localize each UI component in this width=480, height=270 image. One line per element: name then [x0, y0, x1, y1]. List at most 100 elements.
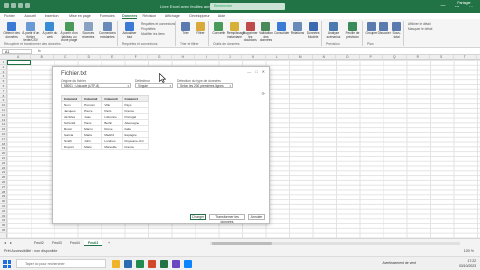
taskbar-app-icon[interactable]: [172, 260, 180, 268]
ribbon-button-0-5[interactable]: Connexions existantes: [98, 22, 117, 39]
ribbon-button-label: Analyse scénarios: [326, 31, 341, 39]
consolidate-icon: [277, 22, 287, 31]
ribbon-button-2-0[interactable]: Trier: [178, 22, 193, 36]
search-input[interactable]: Rechercher: [210, 3, 285, 10]
taskbar-app-icon[interactable]: [184, 260, 192, 268]
ribbon-button-label: Trier: [182, 31, 189, 35]
ribbon-button-label: Validation des données: [259, 31, 273, 43]
row-header[interactable]: 36: [0, 228, 7, 233]
ribbon-button-3-3[interactable]: Validation des données: [258, 22, 274, 43]
dialog-minimize-icon[interactable]: —: [247, 69, 251, 74]
detect-value: Selon les 200 premières lignes: [180, 84, 224, 88]
minimize-icon[interactable]: —: [438, 3, 448, 9]
add-sheet-button[interactable]: +: [104, 240, 114, 246]
ribbon-button-3-1[interactable]: Remplissage instantané: [227, 22, 245, 39]
horizontal-scrollbar[interactable]: [210, 242, 460, 245]
ribbon-tab-7[interactable]: Affichage: [165, 14, 180, 18]
weather-text[interactable]: Avertissement de vent: [383, 261, 416, 266]
undo-icon[interactable]: [18, 3, 23, 8]
zoom-level[interactable]: 100 %: [464, 249, 474, 253]
name-box[interactable]: A1: [2, 49, 32, 54]
ribbon-group-label: Outils de données: [213, 42, 240, 46]
ribbon-button-3-4[interactable]: Consolider: [274, 22, 290, 36]
ribbon-button-0-3[interactable]: À partir d'un tableau ou d'une plage: [60, 22, 79, 43]
chevron-down-icon: ▾: [127, 84, 129, 88]
title-bar: Livre Excel avec feuilles annuelles - Ex…: [0, 0, 480, 13]
sheet-tab-1[interactable]: Feuil3: [48, 240, 66, 246]
preview-table: Column1 Column2 Column3 Column4 Nom Prénom Vi…: [60, 95, 150, 150]
ribbon-button-3-2[interactable]: Supprimer les doublons: [242, 22, 258, 43]
ribbon-tab-6[interactable]: Révision: [143, 14, 157, 18]
ribbon-button-4-0[interactable]: Analyse scénarios: [324, 22, 343, 39]
share-button[interactable]: Partager: [452, 0, 476, 6]
ribbon-button-label: Consolider: [274, 31, 290, 35]
dialog-close-icon[interactable]: ✕: [262, 69, 265, 74]
delimiter-select[interactable]: Virgule ▾: [135, 83, 173, 88]
what-if-icon: [329, 22, 338, 31]
ribbon-button-label: Grouper: [365, 31, 378, 35]
detect-select[interactable]: Selon les 200 premières lignes ▾: [177, 83, 233, 88]
ribbon-button-4-1[interactable]: Feuille de prévision: [343, 22, 362, 39]
dialog-maximize-icon[interactable]: □: [255, 69, 257, 74]
ribbon-small-item-2[interactable]: Modifier les liens: [141, 32, 165, 36]
ribbon-button-5-2[interactable]: Sous-total: [390, 22, 403, 39]
ribbon-separator: [362, 21, 363, 46]
ribbon-button-0-2[interactable]: À partir du web: [40, 22, 59, 39]
subtotal-icon: [392, 22, 402, 31]
scrollbar-thumb[interactable]: [212, 242, 272, 245]
load-button[interactable]: Charger: [190, 214, 206, 220]
ribbon-tab-2[interactable]: Insertion: [45, 14, 59, 18]
ribbon-button-1-0[interactable]: Actualiser tout: [120, 22, 139, 39]
ribbon-button-3-6[interactable]: Données Modèle: [305, 22, 321, 39]
ribbon-outline-item-1[interactable]: Masquer le détail: [408, 27, 432, 31]
windows-taskbar: Taper ici pour rechercher Avertissement …: [0, 256, 480, 270]
selected-cell[interactable]: [7, 60, 31, 65]
fx-icon[interactable]: fx: [38, 49, 41, 53]
group-icon: [366, 22, 376, 31]
windows-start-icon[interactable]: [3, 260, 11, 268]
ribbon-tab-3[interactable]: Mise en page: [69, 14, 91, 18]
table-icon: [64, 22, 74, 31]
taskbar-search-input[interactable]: Taper ici pour rechercher: [16, 259, 106, 268]
save-icon[interactable]: [11, 3, 16, 8]
ribbon-tab-1[interactable]: Accueil: [24, 14, 36, 18]
ribbon-tab-0[interactable]: Fichier: [4, 14, 15, 18]
ribbon-tab-8[interactable]: Développeur: [189, 14, 209, 18]
mouse-cursor-icon: [159, 73, 166, 83]
origin-select[interactable]: 65001 : Unicode (UTF-8) ▾: [61, 83, 131, 88]
ribbon-small-item-0[interactable]: Requêtes et connexions: [141, 22, 175, 26]
ribbon-group-label: Requêtes et connexions: [122, 42, 158, 46]
ribbon-button-label: Sources récentes: [82, 31, 95, 39]
ribbon-button-5-1[interactable]: Dissocier: [378, 22, 391, 36]
transform-data-button[interactable]: Transformer les données: [209, 214, 245, 224]
next-sheet-icon[interactable]: ▸: [10, 240, 12, 245]
ribbon-button-0-4[interactable]: Sources récentes: [79, 22, 98, 39]
ribbon-button-0-0[interactable]: Obtenir des données: [2, 22, 21, 39]
prev-sheet-icon[interactable]: ◂: [4, 240, 6, 245]
ribbon-button-3-0[interactable]: Convertir: [211, 22, 227, 36]
ribbon-tab-9[interactable]: Aide: [218, 14, 225, 18]
ribbon-small-item-1[interactable]: Propriétés: [141, 27, 156, 31]
cancel-button[interactable]: Annuler: [248, 214, 265, 220]
autosave-icon[interactable]: [4, 3, 9, 8]
remove-duplicates-icon: [245, 22, 255, 31]
sheet-tab-2[interactable]: Feuil4: [66, 240, 84, 246]
taskbar-app-icon[interactable]: [160, 260, 168, 268]
clock-date[interactable]: 03/10/2023: [459, 264, 476, 269]
ribbon-outline-item-0[interactable]: Afficher le détail: [408, 22, 431, 26]
taskbar-app-icon[interactable]: [136, 260, 144, 268]
sheet-tab-3[interactable]: Feuil1: [84, 240, 103, 246]
ribbon-button-5-0[interactable]: Grouper: [365, 22, 378, 36]
sheet-tab-0[interactable]: Feuil2: [30, 240, 48, 246]
ribbon-button-label: À partir du web: [42, 31, 58, 39]
ribbon-button-3-5[interactable]: Relations: [290, 22, 306, 36]
chevron-down-icon: ▾: [169, 84, 171, 88]
taskbar-app-icon[interactable]: [148, 260, 156, 268]
taskbar-app-icon[interactable]: [112, 260, 120, 268]
ribbon-tab-4[interactable]: Formules: [100, 14, 115, 18]
taskbar-app-icon[interactable]: [124, 260, 132, 268]
ribbon-button-2-1[interactable]: Filtrer: [193, 22, 208, 36]
refresh-icon[interactable]: ⟳: [262, 91, 265, 96]
ribbon-button-0-1[interactable]: À partir d'un fichier texte/CSV: [21, 22, 40, 43]
redo-icon[interactable]: [25, 3, 30, 8]
